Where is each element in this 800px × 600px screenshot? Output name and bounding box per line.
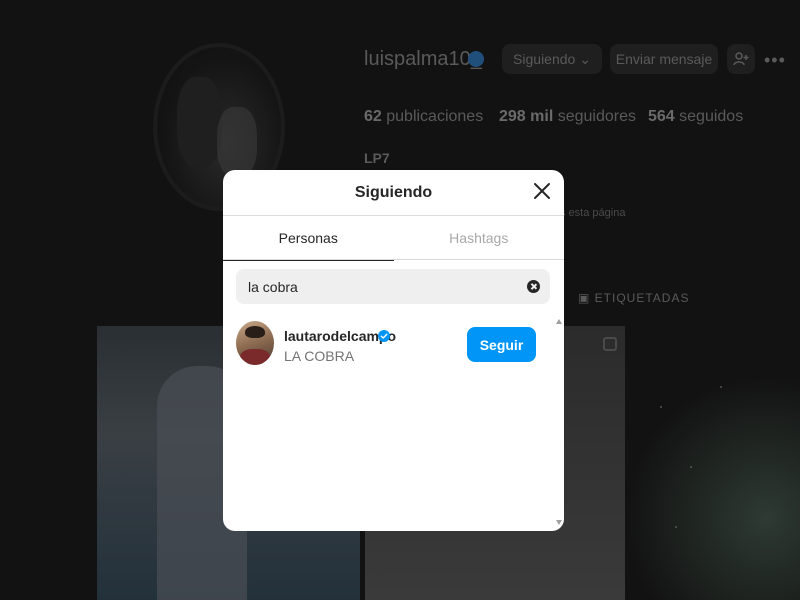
profile-username: luispalma10_ bbox=[364, 48, 482, 70]
verified-badge-icon bbox=[468, 51, 484, 67]
search-box bbox=[236, 269, 550, 304]
tab-tagged: ▣ ETIQUETADAS bbox=[578, 291, 690, 305]
follow-button[interactable]: Seguir bbox=[467, 327, 536, 362]
add-user-icon bbox=[727, 44, 755, 74]
tagged-icon: ▣ bbox=[578, 291, 595, 305]
stat-following: 564 seguidos bbox=[648, 108, 744, 125]
following-button-label: Siguiendo bbox=[513, 51, 576, 67]
profile-full-name: LP7 bbox=[364, 150, 390, 166]
stat-followers: 298 mil seguidores bbox=[499, 108, 636, 125]
close-icon[interactable] bbox=[530, 179, 554, 203]
multiple-posts-icon bbox=[603, 337, 617, 351]
modal-tabs: Personas Hashtags bbox=[223, 216, 565, 261]
avatar[interactable] bbox=[236, 321, 274, 365]
stat-posts: 62 publicaciones bbox=[364, 108, 484, 125]
user-full-name: LA COBRA bbox=[284, 348, 355, 364]
modal-title: Siguiendo bbox=[354, 184, 433, 201]
search-input[interactable] bbox=[248, 269, 518, 304]
post-thumbnail bbox=[630, 326, 800, 600]
list-item[interactable]: lautarodelcampo LA COBRA Seguir bbox=[223, 313, 554, 373]
verified-badge-icon bbox=[378, 329, 390, 342]
scroll-up-arrow-icon[interactable] bbox=[556, 319, 562, 324]
tab-people[interactable]: Personas bbox=[223, 216, 394, 261]
modal-header: Siguiendo bbox=[223, 170, 564, 216]
results-list: lautarodelcampo LA COBRA Seguir bbox=[223, 313, 554, 531]
more-options-icon: ••• bbox=[764, 50, 786, 70]
tab-hashtags[interactable]: Hashtags bbox=[394, 216, 565, 260]
scrollbar[interactable] bbox=[554, 313, 564, 531]
chevron-down-icon: ⌄ bbox=[579, 51, 591, 67]
following-button: Siguiendo ⌄ bbox=[502, 44, 602, 74]
following-modal: Siguiendo Personas Hashtags lautarodelca… bbox=[223, 170, 564, 531]
send-message-button: Enviar mensaje bbox=[610, 44, 718, 74]
profile-page-note: s esta página bbox=[560, 207, 626, 219]
scroll-down-arrow-icon[interactable] bbox=[556, 520, 562, 525]
clear-search-icon[interactable] bbox=[527, 280, 540, 293]
